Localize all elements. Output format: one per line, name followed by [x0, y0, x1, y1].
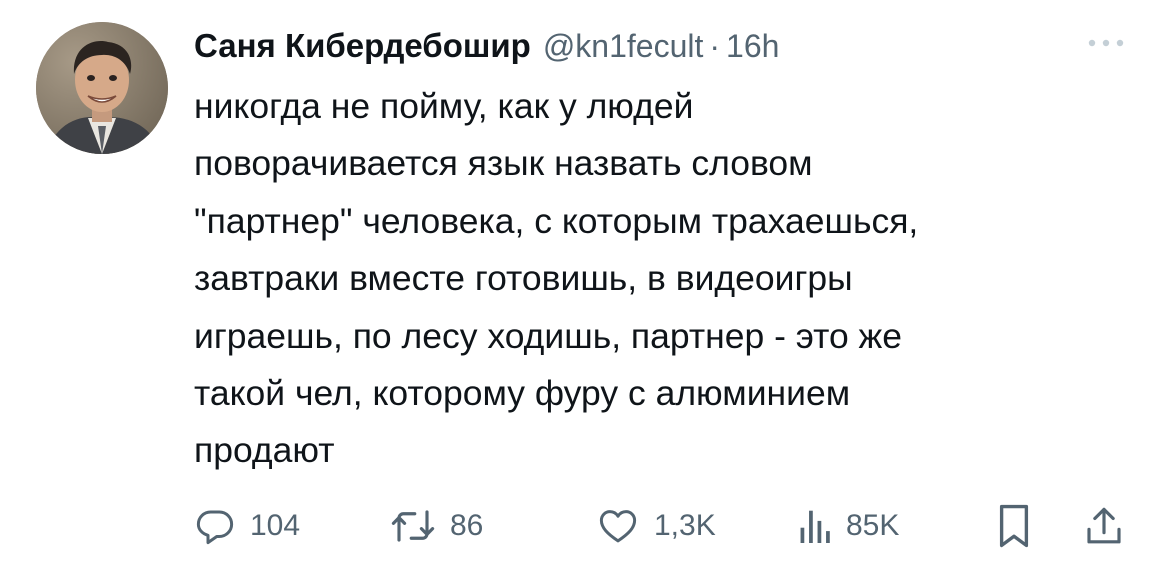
- reply-icon: [196, 510, 234, 545]
- like-button[interactable]: 1,3K: [596, 500, 716, 552]
- separator-dot: ·: [709, 27, 721, 64]
- timestamp[interactable]: 16h: [726, 28, 779, 65]
- views-count: 85K: [846, 509, 900, 542]
- retweet-icon: [391, 510, 435, 542]
- bookmark-button[interactable]: [996, 500, 1032, 552]
- like-count: 1,3K: [654, 509, 716, 542]
- heart-icon: [599, 510, 637, 543]
- user-handle[interactable]: @kn1fecult: [543, 28, 704, 65]
- views-icon: [800, 510, 830, 543]
- more-icon: [1088, 39, 1124, 47]
- tweet-header: Саня Кибердебошир @kn1fecult · 16h: [194, 22, 779, 70]
- bookmark-icon: [999, 504, 1029, 548]
- avatar-image: [36, 22, 168, 154]
- retweet-count: 86: [450, 509, 484, 542]
- display-name[interactable]: Саня Кибердебошир: [194, 27, 531, 65]
- retweet-button[interactable]: 86: [390, 500, 483, 552]
- tweet: Саня Кибердебошир @kn1fecult · 16h никог…: [0, 0, 1170, 575]
- reply-count: 104: [250, 509, 301, 542]
- avatar[interactable]: [36, 22, 168, 154]
- views-button[interactable]: 85K: [798, 500, 899, 552]
- more-options-button[interactable]: [1082, 26, 1130, 60]
- share-icon: [1087, 507, 1121, 544]
- reply-button[interactable]: 104: [194, 500, 300, 552]
- tweet-text: никогда не пойму, как у людей поворачива…: [194, 86, 919, 471]
- share-button[interactable]: [1084, 500, 1124, 552]
- action-bar: 104 86 1,3K 85K: [194, 500, 1134, 552]
